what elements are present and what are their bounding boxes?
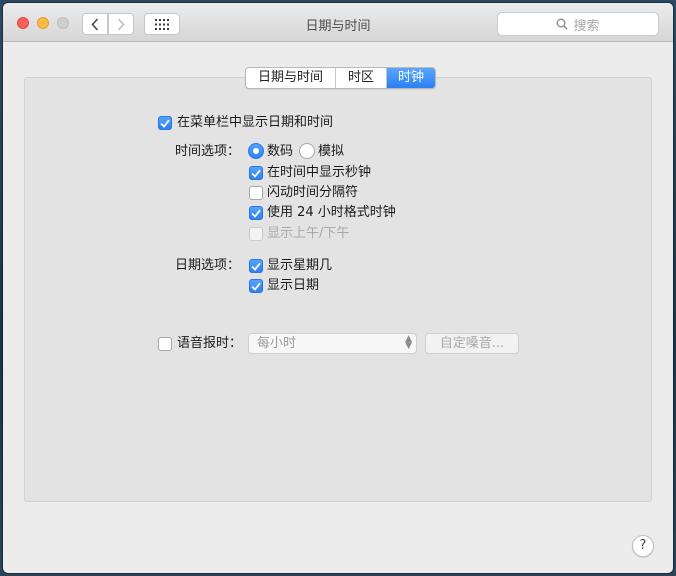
show-seconds-label[interactable]: 在时间中显示秒钟 [267,165,371,181]
announce-interval-select[interactable]: 每小时 ▲ ▼ [248,333,417,354]
analog-label[interactable]: 模拟 [318,144,344,160]
title-bar: 日期与时间 搜索 [3,3,673,42]
show-seconds-checkbox[interactable] [249,166,263,180]
checkmark-icon [251,282,261,291]
show-ampm-checkbox[interactable] [249,227,263,241]
date-options-label: 日期选项： [175,258,241,273]
search-placeholder: 搜索 [573,18,600,34]
flash-separators-checkbox[interactable] [249,186,263,200]
help-button[interactable]: ? [632,535,654,557]
show-in-menubar-checkbox[interactable] [158,116,172,130]
checkmark-icon [251,169,261,178]
updown-chevron-icon: ▲ ▼ [405,334,412,351]
search-icon [557,18,568,30]
preferences-window: 日期与时间 搜索 日期与时间 时区 时钟 在菜单栏中显示日期和时间 时间选项： … [3,3,673,573]
announce-time-label[interactable]: 语音报时： [177,336,242,352]
flash-separators-label[interactable]: 闪动时间分隔符 [267,185,358,201]
checkmark-icon [251,262,261,271]
tab-clock[interactable]: 时钟 [387,68,436,88]
announce-interval-value: 每小时 [257,336,297,351]
show-weekday-label[interactable]: 显示星期几 [267,258,332,274]
time-options-label: 时间选项： [175,144,241,159]
customize-voice-button[interactable]: 自定嗓音... [425,333,519,354]
use-24h-label[interactable]: 使用 24 小时格式时钟 [267,205,396,221]
tab-date-time[interactable]: 日期与时间 [246,68,337,88]
search-field[interactable]: 搜索 [497,12,659,36]
digital-radio[interactable] [248,143,264,159]
checkmark-icon [251,209,261,218]
show-ampm-label: 显示上午/下午 [267,226,350,241]
tab-bar: 日期与时间 时区 时钟 [245,67,437,89]
checkmark-icon [160,119,170,128]
digital-label[interactable]: 数码 [267,144,293,160]
show-date-checkbox[interactable] [249,279,263,293]
tab-time-zone[interactable]: 时区 [336,68,388,88]
use-24h-checkbox[interactable] [249,206,263,220]
show-weekday-checkbox[interactable] [249,259,263,273]
announce-time-checkbox[interactable] [158,337,172,351]
clock-settings-panel [24,77,652,502]
analog-radio[interactable] [299,143,315,159]
show-date-label[interactable]: 显示日期 [267,278,319,294]
show-in-menubar-label[interactable]: 在菜单栏中显示日期和时间 [177,115,333,131]
